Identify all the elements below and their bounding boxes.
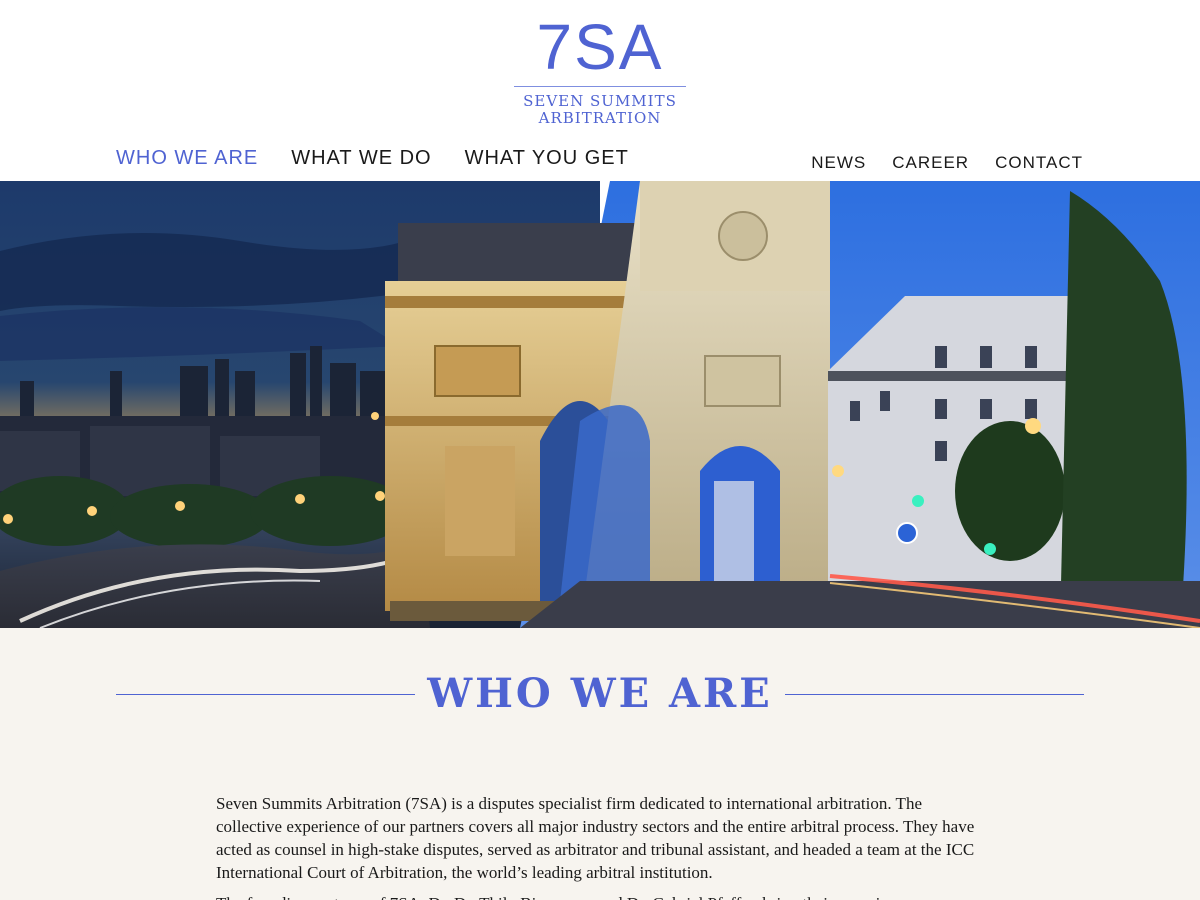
heading-rule-left bbox=[116, 693, 416, 695]
section-heading: WHO WE ARE bbox=[116, 674, 1084, 714]
nav-who-we-are[interactable]: WHO WE ARE bbox=[116, 147, 258, 170]
nav-news[interactable]: NEWS bbox=[811, 153, 866, 173]
secondary-nav: NEWS CAREER CONTACT bbox=[811, 153, 1083, 173]
primary-nav: WHO WE ARE WHAT WE DO WHAT YOU GET bbox=[116, 147, 629, 170]
logo-mark: 7SA bbox=[536, 11, 664, 83]
nav-contact[interactable]: CONTACT bbox=[995, 153, 1083, 173]
logo-divider bbox=[514, 86, 686, 87]
second-paragraph: The founding partners of 7SA, Dr. Dr. Th… bbox=[216, 892, 986, 900]
hero-illustration bbox=[0, 181, 1200, 628]
section-title: WHO WE ARE bbox=[427, 670, 773, 717]
site-header: 7SA SEVEN SUMMITS ARBITRATION WHO WE ARE… bbox=[0, 0, 1200, 181]
who-we-are-section: WHO WE ARE Seven Summits Arbitration (7S… bbox=[0, 628, 1200, 900]
hero-image bbox=[0, 181, 1200, 628]
intro-paragraph: Seven Summits Arbitration (7SA) is a dis… bbox=[216, 794, 975, 882]
nav-career[interactable]: CAREER bbox=[892, 153, 969, 173]
logo-line-2: ARBITRATION bbox=[538, 109, 662, 127]
nav-what-we-do[interactable]: WHAT WE DO bbox=[291, 147, 431, 170]
logo-line-1: SEVEN SUMMITS bbox=[523, 92, 677, 110]
nav-what-you-get[interactable]: WHAT YOU GET bbox=[465, 147, 629, 170]
heading-rule-right bbox=[784, 693, 1084, 695]
site-logo[interactable]: 7SA SEVEN SUMMITS ARBITRATION bbox=[510, 14, 690, 127]
section-body: Seven Summits Arbitration (7SA) is a dis… bbox=[216, 792, 986, 900]
